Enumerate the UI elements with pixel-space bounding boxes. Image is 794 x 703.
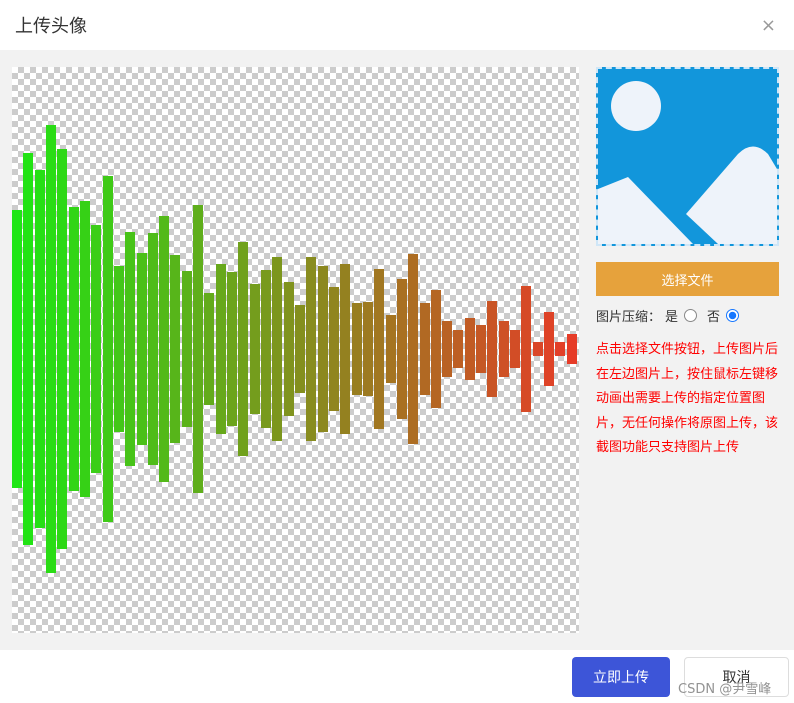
waveform-bar [170,255,181,443]
image-icon [598,81,777,244]
waveform-bar [295,305,305,393]
waveform-bar [442,321,453,377]
waveform-bar [68,207,79,491]
waveform-bar [476,325,487,373]
compress-yes-label: 是 [665,310,679,325]
waveform-bar [396,279,407,419]
waveform-bar [136,253,147,445]
upload-button[interactable]: 立即上传 [572,657,670,697]
waveform-bar [328,287,339,411]
choose-file-button[interactable]: 选择文件 [596,262,779,296]
dialog-footer: 立即上传 取消 [0,650,794,703]
waveform-bar [215,264,226,434]
compress-yes-radio[interactable] [684,309,698,322]
crop-canvas[interactable] [12,67,579,633]
compress-option: 图片压缩： 是 否 [596,306,745,325]
dialog-title: 上传头像 [15,16,87,37]
waveform-bar [204,293,215,405]
waveform-bar [453,330,464,368]
waveform-bar [351,303,362,395]
waveform-bar [57,149,68,549]
waveform-bar [181,271,192,427]
waveform-bar [249,284,260,414]
waveform-bar [544,312,555,386]
dialog-body: 选择文件 图片压缩： 是 否 点击选择文件按钮，上传图片后在左边图片上，按住鼠标… [0,50,794,650]
waveform-bar [283,282,294,416]
waveform-bar [487,301,498,397]
waveform-bar [374,269,385,429]
waveform-bar [464,318,475,380]
waveform-bar [238,242,249,456]
waveform-bar [34,170,45,528]
waveform-bar [430,290,441,408]
waveform-bar [385,315,396,383]
waveform-bar [159,216,170,482]
compress-no-radio[interactable] [726,309,740,322]
waveform-bar [408,254,419,444]
waveform-bar [227,272,238,426]
preview-image-placeholder [596,67,779,246]
waveform-bar [125,232,136,466]
compress-label: 图片压缩： [596,310,662,325]
waveform-bar [498,321,509,377]
dialog-header: 上传头像 × [0,0,794,50]
waveform-bar [91,225,102,473]
waveform-bar [147,233,158,465]
waveform-bar [306,257,317,441]
waveform-bar [261,270,272,428]
waveform-bar [510,330,521,368]
instruction-text: 点击选择文件按钮，上传图片后在左边图片上，按住鼠标左键移动画出需要上传的指定位置… [596,342,779,455]
close-icon[interactable]: × [761,15,776,36]
waveform-bar [419,303,430,395]
waveform-bar [521,286,532,412]
waveform-bar [23,153,34,545]
waveform-bar [532,342,543,356]
waveform-bar [102,176,113,522]
waveform-bar [12,210,22,488]
waveform-bar [113,266,124,432]
waveform-bar [362,302,373,396]
waveform-bar [45,125,56,573]
compress-no-label: 否 [707,310,721,325]
waveform-bar [79,201,90,497]
waveform-bar [272,257,283,441]
waveform-bar [340,264,351,434]
waveform-bar [555,342,566,356]
waveform-bar [317,266,328,432]
watermark: CSDN @尹雪峰 [678,682,772,697]
waveform-bar [566,334,577,364]
waveform-bar [193,205,204,493]
